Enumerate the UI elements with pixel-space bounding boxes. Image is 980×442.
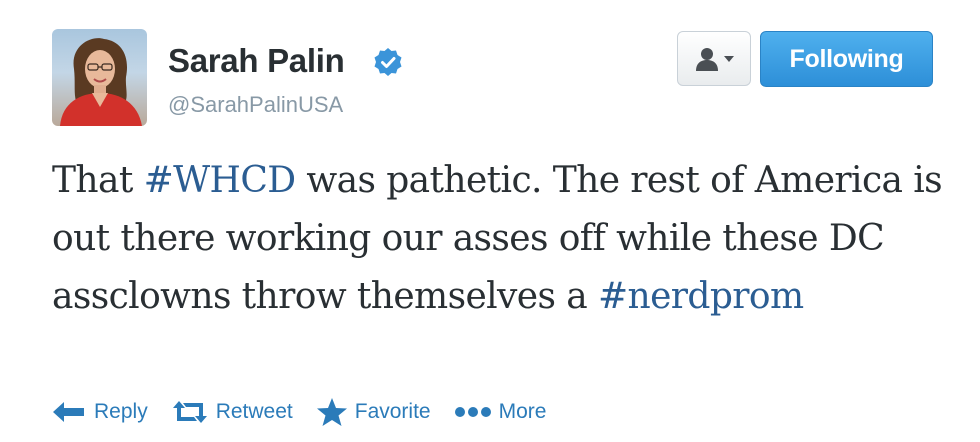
more-button[interactable]: More — [454, 400, 547, 424]
retweet-icon — [172, 400, 208, 424]
display-name[interactable]: Sarah Palin — [168, 41, 345, 81]
tweet-text: That #WHCD was pathetic. The rest of Ame… — [52, 152, 957, 326]
hashtag-link[interactable]: #nerdprom — [598, 276, 804, 317]
tweet-card: Sarah Palin @SarahPalinUSA Following Tha… — [0, 0, 980, 442]
following-button[interactable]: Following — [760, 31, 933, 87]
reply-arrow-icon — [52, 401, 86, 423]
hashtag-link[interactable]: #WHCD — [144, 160, 297, 201]
retweet-label: Retweet — [215, 400, 293, 423]
favorite-button[interactable]: Favorite — [316, 398, 431, 426]
more-label: More — [498, 400, 547, 423]
reply-label: Reply — [94, 400, 148, 423]
tweet-actions: Reply Retweet Favorite More — [52, 396, 570, 428]
favorite-label: Favorite — [354, 400, 431, 423]
avatar[interactable] — [52, 29, 147, 126]
tweet-text-segment: That — [52, 160, 144, 201]
dots-icon — [454, 406, 491, 418]
user-actions-dropdown-button[interactable] — [677, 31, 751, 86]
reply-button[interactable]: Reply — [52, 400, 148, 424]
verified-badge-icon — [374, 48, 402, 76]
person-icon — [696, 47, 718, 71]
caret-down-icon — [724, 55, 734, 62]
star-icon — [316, 398, 347, 426]
user-handle[interactable]: @SarahPalinUSA — [168, 92, 343, 118]
retweet-button[interactable]: Retweet — [172, 400, 293, 424]
avatar-image — [60, 38, 142, 126]
